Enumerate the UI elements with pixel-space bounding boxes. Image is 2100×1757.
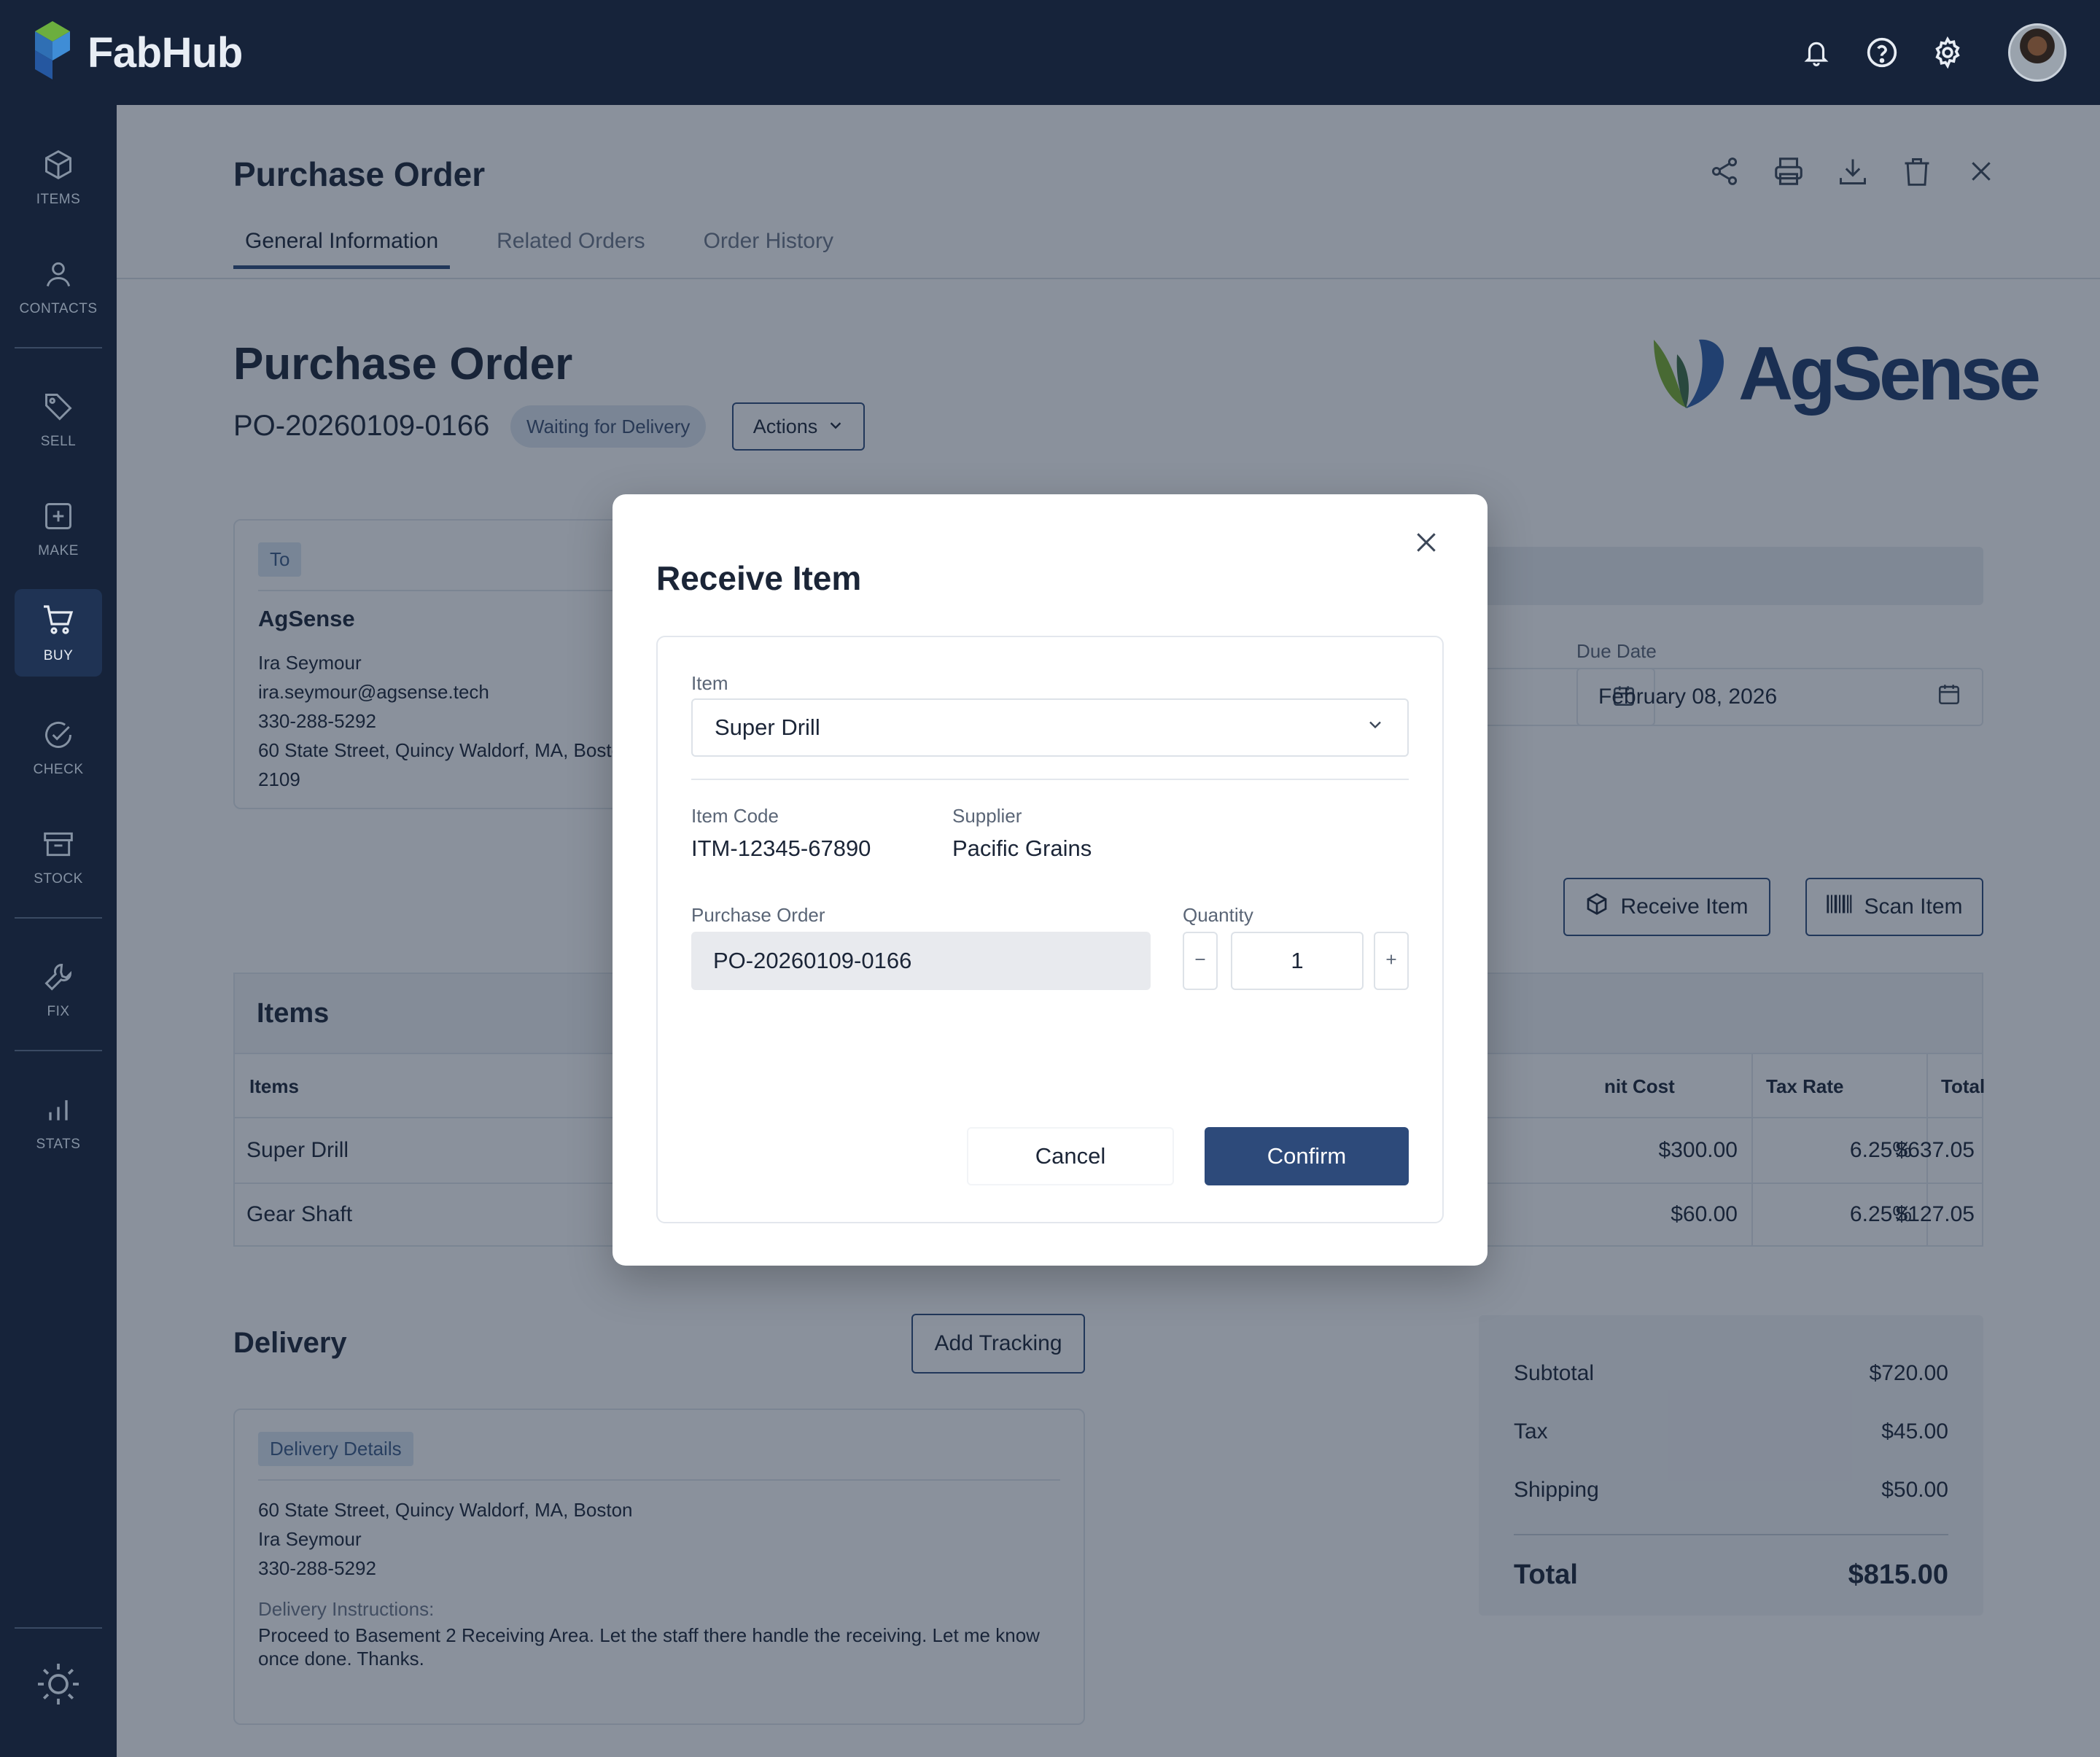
confirm-button[interactable]: Confirm [1205,1127,1409,1185]
bar-chart-icon [42,1094,74,1129]
plus-icon [1383,951,1399,971]
sidebar-item-label: CHECK [33,761,84,777]
item-code-label: Item Code [691,805,779,827]
cancel-button[interactable]: Cancel [967,1127,1174,1185]
sidebar-divider [15,917,102,919]
avatar[interactable] [2008,23,2066,82]
bell-icon[interactable] [1798,34,1835,71]
sidebar-item-label: FIX [47,1003,70,1019]
sidebar: ITEMS CONTACTS SELL MAKE BUY CHECK STOCK… [0,105,117,1757]
sidebar-divider [15,1627,102,1629]
quantity-input[interactable]: 1 [1231,932,1364,990]
sidebar-item-fix[interactable]: FIX [15,946,102,1034]
brand[interactable]: FabHub [34,20,243,85]
sidebar-item-stock[interactable]: STOCK [15,814,102,901]
plus-square-icon [42,500,74,536]
cube-icon [42,149,74,184]
modal-close-button[interactable] [1409,526,1444,561]
fabhub-logo-icon [34,20,71,85]
tag-icon [42,391,74,426]
purchase-order-label: Purchase Order [691,904,825,926]
minus-icon [1192,951,1208,971]
gear-icon[interactable] [1929,34,1966,71]
sidebar-item-items[interactable]: ITEMS [15,134,102,222]
sidebar-item-label: STOCK [34,870,83,887]
supplier-label: Supplier [952,805,1022,827]
sidebar-item-label: SELL [40,433,77,449]
sidebar-item-contacts[interactable]: CONTACTS [15,244,102,331]
user-icon [42,258,74,294]
sidebar-item-label: MAKE [38,542,79,558]
archive-icon [42,828,74,864]
modal-form: Item Super Drill Item Code ITM-12345-678… [656,636,1444,1223]
chevron-down-icon [1365,714,1385,741]
quantity-decrement-button[interactable] [1183,932,1218,990]
sidebar-item-check[interactable]: CHECK [15,704,102,792]
sidebar-item-label: STATS [36,1136,81,1152]
sidebar-item-label: CONTACTS [19,300,98,316]
app-name: FabHub [88,28,243,77]
item-select-value: Super Drill [715,714,820,740]
item-select[interactable]: Super Drill [691,698,1409,757]
check-circle-icon [42,719,74,755]
top-bar: FabHub [0,0,2100,105]
theme-toggle[interactable] [15,1642,102,1729]
sidebar-item-sell[interactable]: SELL [15,376,102,464]
sidebar-item-stats[interactable]: STATS [15,1079,102,1166]
item-label: Item [691,672,728,694]
cart-icon [41,602,76,641]
purchase-order-field: PO-20260109-0166 [691,932,1151,990]
sidebar-item-buy[interactable]: BUY [15,589,102,677]
sun-icon [35,1661,82,1711]
sidebar-item-make[interactable]: MAKE [15,486,102,573]
supplier-value: Pacific Grains [952,835,1092,861]
help-icon[interactable] [1864,34,1900,71]
sidebar-divider [15,1050,102,1051]
wrench-icon [42,961,74,997]
sidebar-item-label: BUY [43,647,74,663]
form-divider [691,779,1409,780]
sidebar-item-label: ITEMS [36,191,81,207]
receive-item-modal: Receive Item Item Super Drill Item Code … [612,494,1488,1266]
quantity-label: Quantity [1183,904,1253,926]
close-icon [1412,528,1441,561]
sidebar-divider [15,347,102,348]
item-code-value: ITM-12345-67890 [691,835,871,861]
quantity-increment-button[interactable] [1374,932,1409,990]
modal-title: Receive Item [656,559,862,597]
